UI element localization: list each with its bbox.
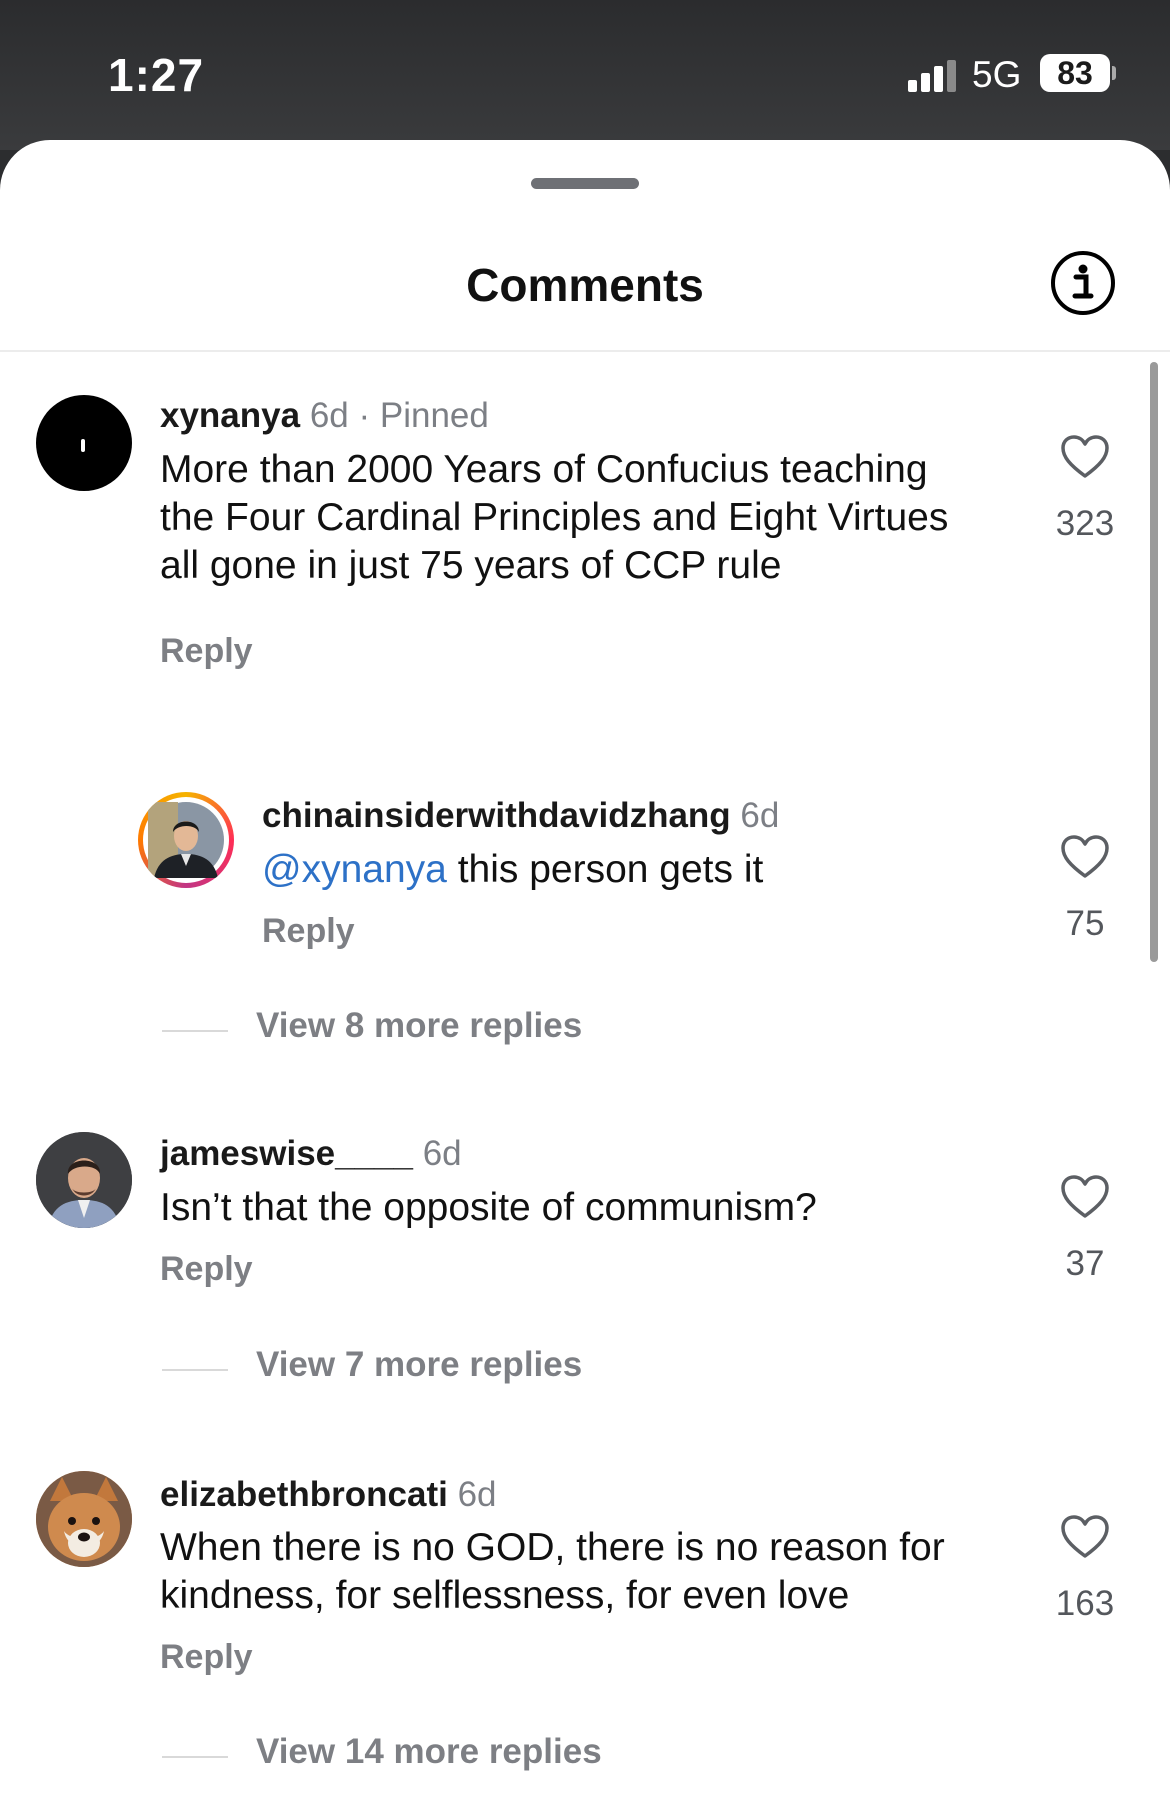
info-icon[interactable] — [1050, 250, 1116, 316]
like-count: 37 — [1065, 1244, 1105, 1283]
like-count: 163 — [1055, 1584, 1115, 1623]
comment-text: When there is no GOD, there is no reason… — [160, 1526, 945, 1617]
comment-text: More than 2000 Years of Confucius teachi… — [160, 448, 949, 587]
avatar[interactable] — [36, 395, 132, 491]
scrollbar[interactable] — [1150, 362, 1158, 962]
heart-icon[interactable] — [1060, 1514, 1110, 1560]
avatar-photo — [148, 802, 224, 878]
reply-button[interactable]: Reply — [160, 632, 253, 671]
heart-icon[interactable] — [1060, 1174, 1110, 1220]
view-more-replies-button[interactable]: View 8 more replies — [256, 1006, 582, 1046]
reply-button[interactable]: Reply — [160, 1638, 253, 1677]
drag-handle[interactable] — [531, 178, 639, 189]
comments-sheet: Comments xynanya 6d · Pinned More than 2… — [0, 140, 1170, 1817]
comment-age: 6d — [422, 1134, 462, 1173]
page-title: Comments — [466, 259, 704, 311]
battery-tip — [1112, 66, 1116, 80]
battery-icon: 83 — [1040, 54, 1110, 92]
pinned-label: · Pinned — [358, 396, 489, 435]
reply-button[interactable]: Reply — [160, 1250, 253, 1289]
view-more-divider — [162, 1756, 228, 1758]
view-more-divider — [162, 1369, 228, 1371]
status-bar: 1:27 5G 83 — [0, 0, 1170, 150]
like-count: 323 — [1055, 504, 1115, 543]
story-ring-avatar[interactable] — [138, 792, 234, 888]
comment-username[interactable]: jameswise____ 6d — [160, 1134, 462, 1174]
view-more-replies-button[interactable]: View 14 more replies — [256, 1732, 602, 1772]
like-count: 75 — [1065, 904, 1105, 943]
comment-username[interactable]: elizabethbroncati 6d — [160, 1475, 497, 1515]
view-more-replies-button[interactable]: View 7 more replies — [256, 1345, 582, 1385]
reply-text: @xynanya this person gets it — [262, 846, 1002, 894]
mention-link[interactable]: @xynanya — [262, 848, 447, 891]
comment-text: Isn’t that the opposite of communism? — [160, 1186, 817, 1229]
heart-icon[interactable] — [1060, 434, 1110, 480]
reply-username[interactable]: chinainsiderwithdavidzhang 6d — [262, 796, 779, 836]
reply-age: 6d — [740, 796, 780, 835]
avatar[interactable] — [36, 1132, 132, 1228]
reply-button[interactable]: Reply — [262, 912, 355, 951]
avatar[interactable] — [36, 1471, 132, 1567]
comment-age: 6d — [309, 396, 349, 435]
signal-icon — [908, 60, 960, 92]
comment-username[interactable]: xynanya 6d · Pinned — [160, 396, 489, 436]
header-divider — [0, 350, 1170, 352]
reply-text-body: this person gets it — [446, 848, 764, 891]
network-type: 5G — [972, 54, 1022, 95]
comment-age: 6d — [457, 1475, 497, 1514]
heart-icon[interactable] — [1060, 834, 1110, 880]
status-time: 1:27 — [108, 49, 205, 101]
view-more-divider — [162, 1030, 228, 1032]
